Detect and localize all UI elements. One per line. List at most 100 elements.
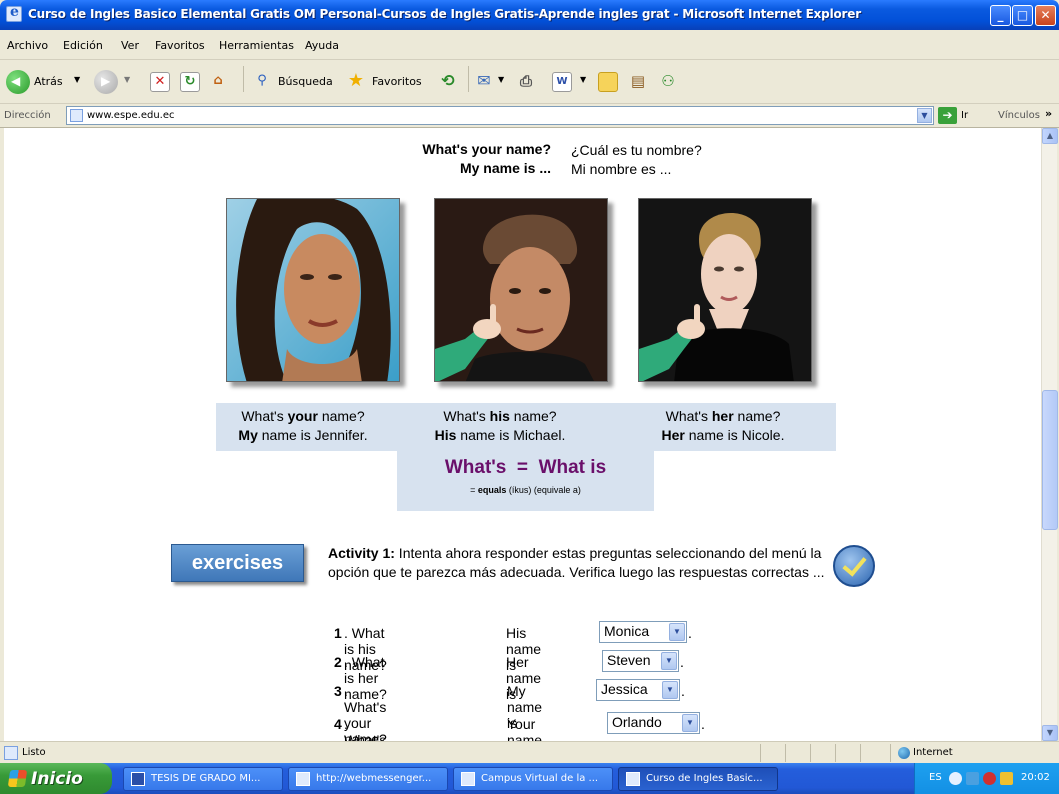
chevron-down-icon: ▼ <box>661 652 677 670</box>
messenger-icon: ⚇ <box>661 72 675 90</box>
start-button[interactable]: Inicio <box>0 763 112 794</box>
home-icon: ⌂ <box>213 73 223 88</box>
address-bar: Dirección www.espe.edu.ec ▼ ➔ Ir Vínculo… <box>0 104 1059 128</box>
print-button[interactable]: ⎙ <box>516 68 540 96</box>
mail-button[interactable]: ✉ ▼ <box>474 68 514 96</box>
question-spanish: ¿Cuál es tu nombre? <box>571 142 702 158</box>
exercise-answer-prefix: Your name is <box>507 716 543 741</box>
taskbar-item-curso[interactable]: Curso de Ingles Basic... <box>618 767 778 791</box>
system-tray: ES 20:02 <box>914 763 1059 794</box>
taskbar-item-messenger[interactable]: http://webmessenger... <box>288 767 448 791</box>
stop-icon: ✕ <box>150 72 170 92</box>
home-button[interactable]: ⌂ <box>208 68 234 96</box>
go-button[interactable]: Ir <box>961 110 968 121</box>
scrollbar-thumb[interactable] <box>1042 390 1058 530</box>
history-button[interactable]: ⟲ <box>438 68 462 96</box>
address-input[interactable]: www.espe.edu.ec ▼ <box>66 106 934 125</box>
chevron-down-icon: ▼ <box>580 75 587 84</box>
chevron-down-icon: ▼ <box>669 623 685 641</box>
search-icon: ⚲ <box>257 73 267 88</box>
go-arrow-icon[interactable]: ➔ <box>938 107 957 124</box>
menu-bar: Archivo Edición Ver Favoritos Herramient… <box>0 30 1059 86</box>
scroll-up-arrow-icon[interactable]: ▲ <box>1042 128 1058 144</box>
taskbar-item-campus[interactable]: Campus Virtual de la ... <box>453 767 613 791</box>
chevron-right-icon[interactable]: » <box>1045 107 1052 120</box>
toolbar-separator <box>243 66 244 92</box>
page-icon <box>70 109 83 122</box>
word-icon <box>131 772 145 786</box>
answer-select[interactable]: Jessica ▼ <box>596 679 680 701</box>
tray-arrow-icon[interactable] <box>949 772 962 785</box>
language-indicator[interactable]: ES <box>929 772 942 783</box>
exercises-badge: exercises <box>171 544 304 582</box>
favorites-button[interactable]: ★ Favoritos <box>346 68 434 96</box>
answer-select[interactable]: Monica ▼ <box>599 621 687 643</box>
menu-ver[interactable]: Ver <box>121 39 139 52</box>
vertical-scrollbar[interactable]: ▲ ▼ <box>1041 128 1058 741</box>
question-english: What's your name? <box>422 141 551 157</box>
windows-logo-icon <box>7 770 28 787</box>
chevron-down-icon: ▼ <box>498 75 505 84</box>
research-button[interactable]: ▤ <box>628 68 652 96</box>
chevron-down-icon: ▼ <box>124 75 131 84</box>
star-icon: ★ <box>347 70 365 91</box>
check-icon[interactable] <box>833 545 875 587</box>
back-label: Atrás <box>34 75 63 88</box>
mail-icon: ✉ <box>477 71 491 90</box>
answer-spanish: Mi nombre es ... <box>571 161 672 177</box>
menu-edicion[interactable]: Edición <box>63 39 103 52</box>
internet-globe-icon <box>898 747 910 759</box>
address-label: Dirección <box>4 110 51 121</box>
ie-icon <box>461 772 475 786</box>
equals-title: What's = What is <box>444 457 607 478</box>
chevron-down-icon: ▼ <box>662 681 678 699</box>
tray-network-icon[interactable] <box>966 772 979 785</box>
edit-button[interactable]: W ▼ <box>552 68 592 96</box>
minimize-button[interactable]: _ <box>990 5 1011 26</box>
forward-arrow-icon <box>94 70 118 94</box>
discuss-button[interactable] <box>598 68 622 96</box>
answer-select[interactable]: Orlando ▼ <box>607 712 700 734</box>
research-icon: ▤ <box>630 72 646 90</box>
taskbar-item-word[interactable]: TESIS DE GRADO MI... <box>123 767 283 791</box>
toolbar: Atrás ▼ ▼ ✕ ↻ ⌂ ⚲ Búsqueda ★ Favoritos ⟲… <box>0 60 1059 104</box>
scroll-down-arrow-icon[interactable]: ▼ <box>1042 725 1058 741</box>
tray-security-icon[interactable] <box>983 772 996 785</box>
menu-favoritos[interactable]: Favoritos <box>155 39 205 52</box>
favorites-label: Favoritos <box>372 75 422 88</box>
back-button[interactable]: Atrás ▼ <box>6 68 90 96</box>
word-icon: W <box>552 72 572 92</box>
print-icon: ⎙ <box>519 72 532 90</box>
title-bar: Curso de Ingles Basico Elemental Gratis … <box>0 0 1059 30</box>
ie-icon <box>6 4 22 22</box>
chevron-down-icon[interactable]: ▼ <box>917 108 932 123</box>
answer-english: My name is ... <box>459 160 551 176</box>
search-button[interactable]: ⚲ Búsqueda <box>252 68 342 96</box>
photo-nicole <box>638 198 812 382</box>
refresh-icon: ↻ <box>180 72 200 92</box>
ie-icon <box>296 772 310 786</box>
stop-button[interactable]: ✕ <box>150 68 172 96</box>
exercise-question: . What's my name? <box>344 716 387 741</box>
menu-archivo[interactable]: Archivo <box>7 39 48 52</box>
activity-instructions: Activity 1: Intenta ahora responder esta… <box>328 545 825 580</box>
menu-ayuda[interactable]: Ayuda <box>305 39 339 52</box>
links-button[interactable]: Vínculos <box>998 110 1040 121</box>
tray-app-icon[interactable] <box>1000 772 1013 785</box>
taskbar: Inicio TESIS DE GRADO MI... http://webme… <box>0 763 1059 794</box>
refresh-button[interactable]: ↻ <box>180 68 202 96</box>
messenger-button[interactable]: ⚇ <box>658 68 682 96</box>
status-text: Listo <box>22 747 46 758</box>
menu-herramientas[interactable]: Herramientas <box>219 39 294 52</box>
status-bar: Listo Internet <box>0 741 1059 763</box>
caption-jennifer: What's your name? My name is Jennifer. <box>216 403 390 451</box>
history-icon: ⟲ <box>441 71 455 90</box>
note-icon <box>598 72 618 92</box>
caption-michael: What's his name? His name is Michael. <box>390 403 610 451</box>
maximize-button[interactable]: □ <box>1012 5 1033 26</box>
chevron-down-icon: ▼ <box>74 75 81 84</box>
answer-select[interactable]: Steven ▼ <box>602 650 679 672</box>
caption-nicole: What's her name? Her name is Nicole. <box>610 403 836 451</box>
photo-michael <box>434 198 608 382</box>
close-button[interactable]: ✕ <box>1035 5 1056 26</box>
